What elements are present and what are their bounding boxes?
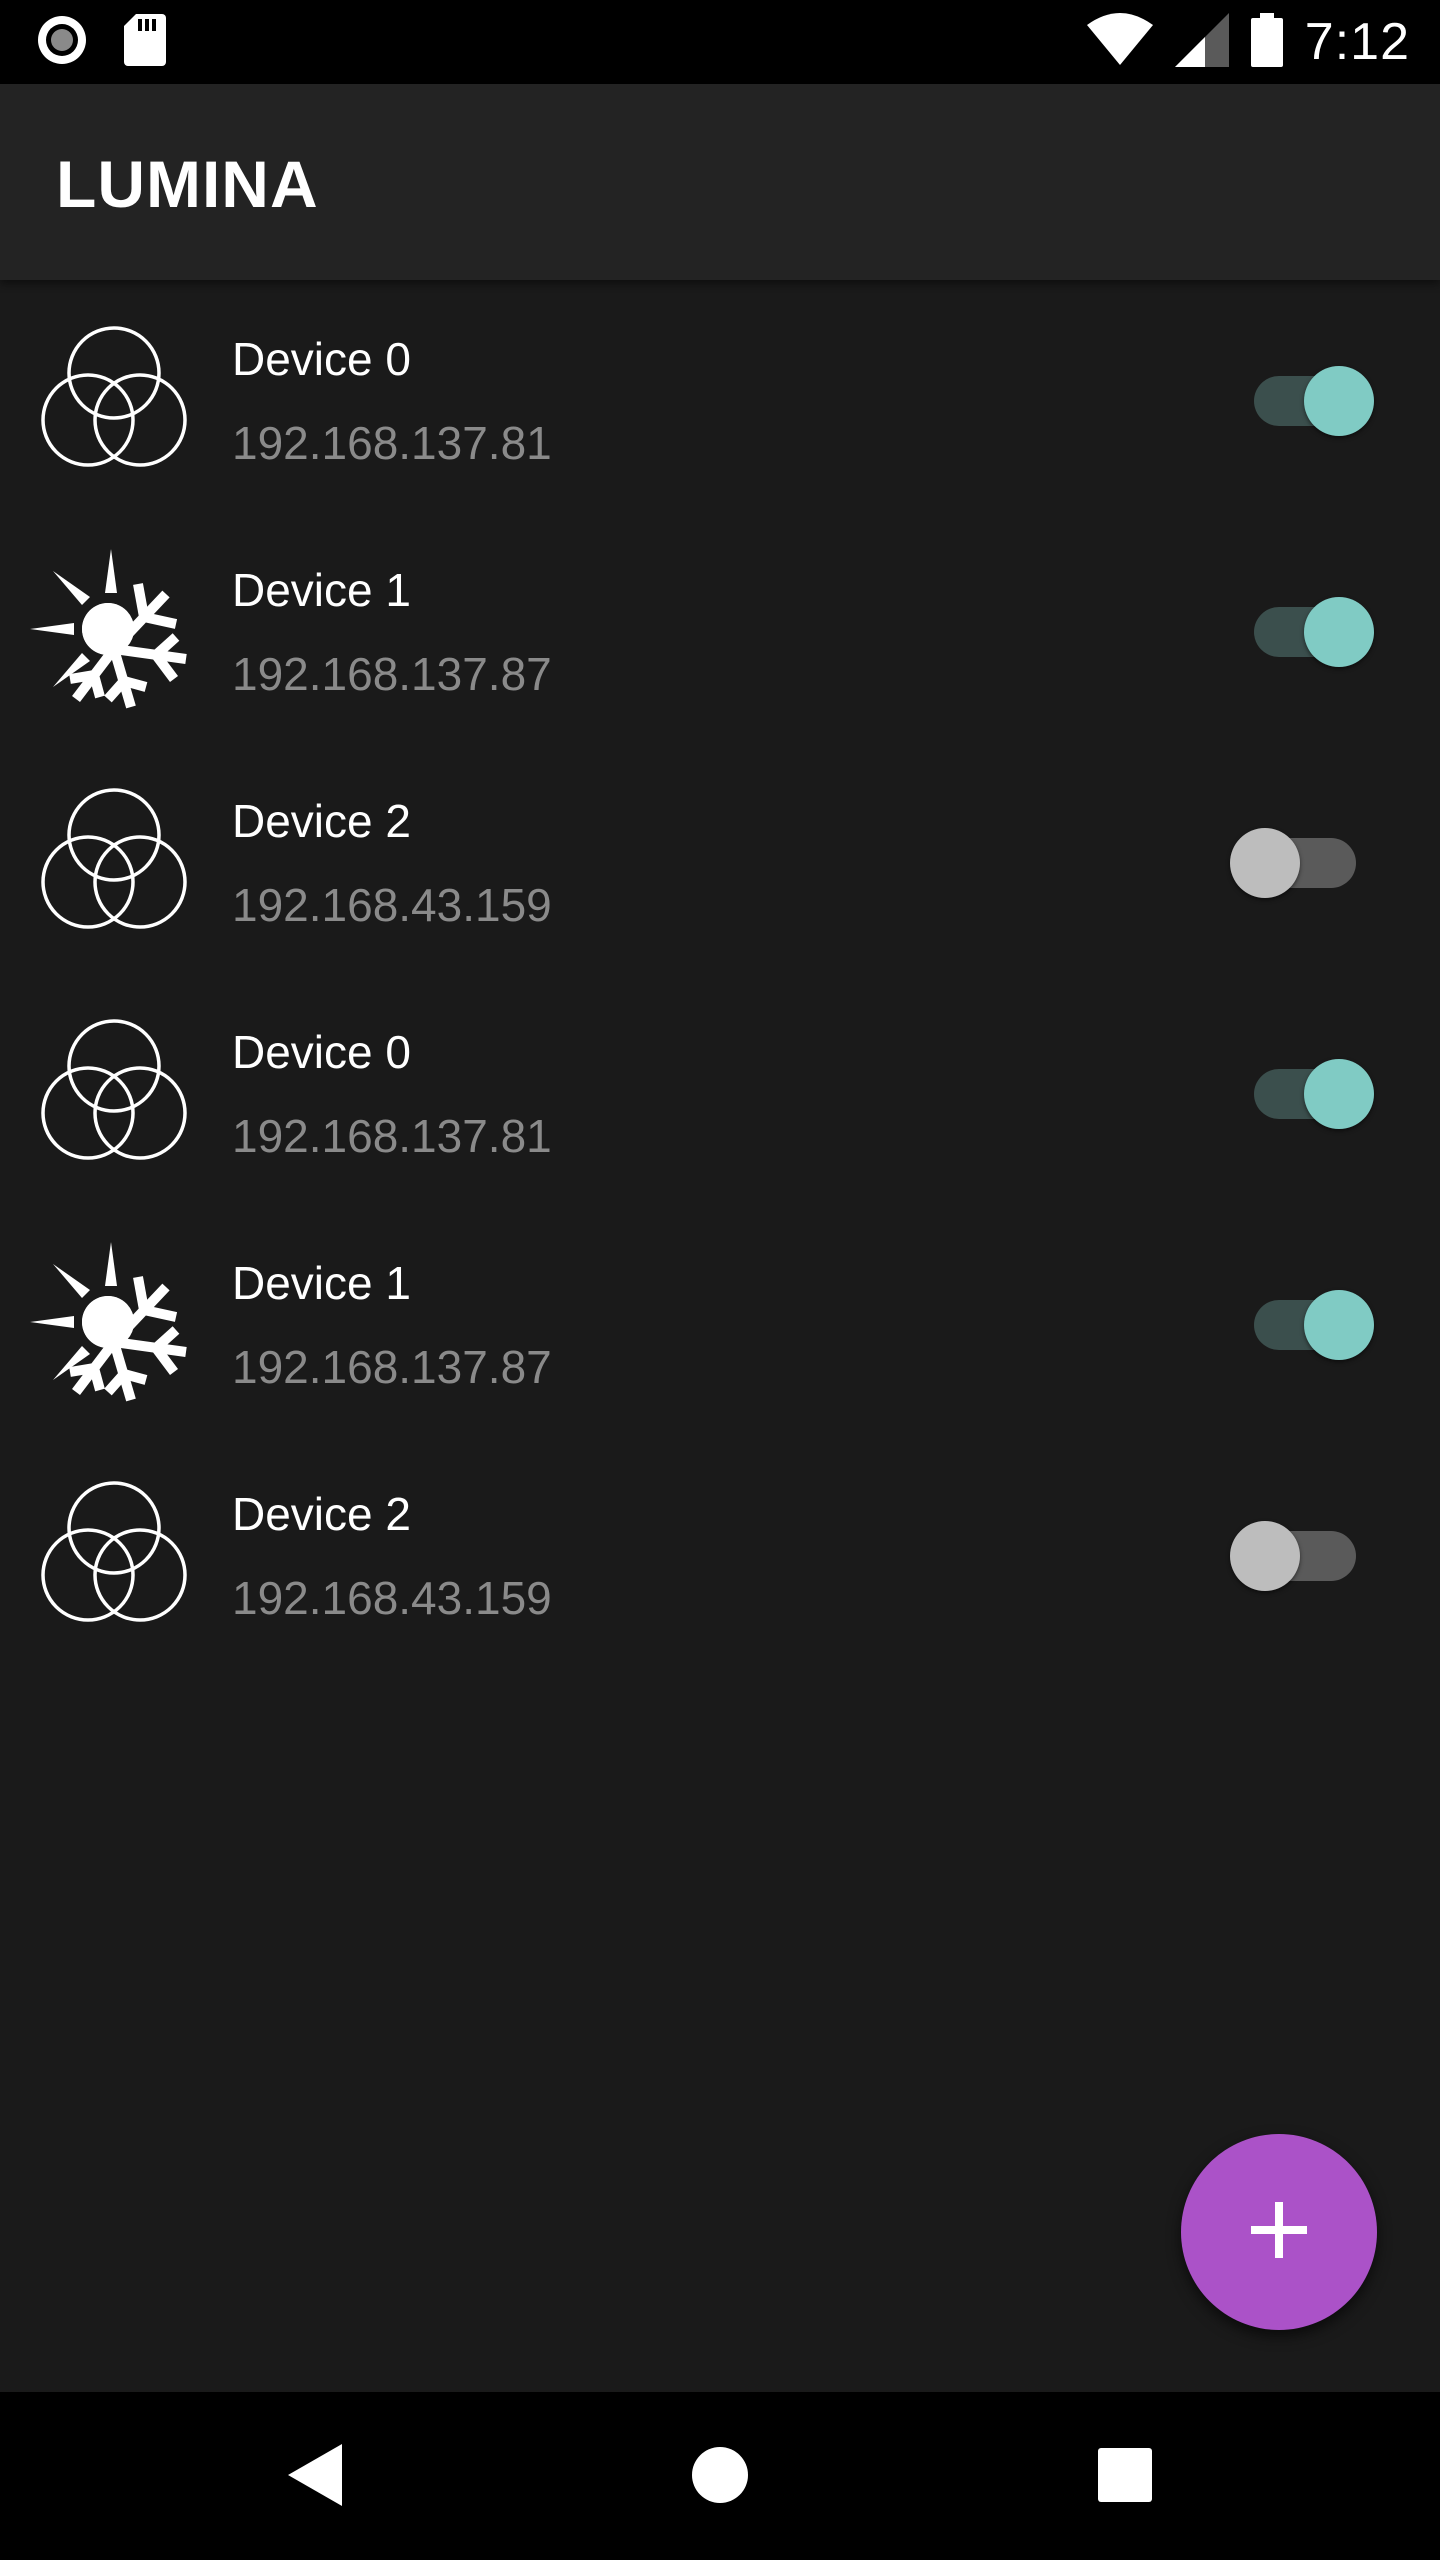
rgb-circles-icon [26, 318, 196, 478]
device-row[interactable]: Device 2 192.168.43.159 [0, 1435, 1440, 1666]
device-toggle[interactable] [1254, 366, 1374, 436]
plus-icon [1251, 2201, 1307, 2263]
device-list: Device 0 192.168.137.81 Device 1 192.168… [0, 280, 1440, 1666]
recents-icon [1098, 2447, 1152, 2507]
device-ip: 192.168.43.159 [232, 879, 552, 931]
back-icon [288, 2443, 344, 2511]
status-bar: 7:12 [0, 0, 1440, 84]
device-ip: 192.168.43.159 [232, 1572, 552, 1624]
toggle-thumb [1304, 597, 1374, 667]
device-toggle[interactable] [1230, 828, 1356, 898]
device-name: Device 0 [232, 333, 411, 385]
device-row[interactable]: Device 1 192.168.137.87 [0, 511, 1440, 742]
device-ip: 192.168.137.87 [232, 648, 552, 700]
back-button[interactable] [281, 2442, 351, 2512]
battery-icon [1250, 12, 1283, 72]
toggle-thumb [1230, 1521, 1300, 1591]
device-ip: 192.168.137.87 [232, 1341, 552, 1393]
device-name: Device 1 [232, 1257, 411, 1309]
recents-button[interactable] [1090, 2442, 1160, 2512]
wifi-icon [1086, 12, 1153, 72]
signal-icon [1174, 12, 1229, 72]
nav-bar [0, 2392, 1440, 2560]
record-icon [36, 14, 88, 71]
device-toggle[interactable] [1254, 1059, 1374, 1129]
device-name: Device 0 [232, 1026, 411, 1078]
sun-snowflake-icon [26, 1242, 196, 1402]
toggle-thumb [1304, 366, 1374, 436]
app-title: LUMINA [56, 147, 319, 221]
device-toggle[interactable] [1254, 1290, 1374, 1360]
sd-card-icon [124, 13, 166, 71]
device-toggle[interactable] [1230, 1521, 1356, 1591]
add-device-button[interactable] [1181, 2134, 1377, 2330]
device-name: Device 2 [232, 1488, 411, 1540]
status-left-icons [36, 13, 166, 71]
device-ip: 192.168.137.81 [232, 1110, 552, 1162]
app-bar: LUMINA [0, 84, 1440, 280]
status-right-icons: 7:12 [1086, 10, 1410, 74]
toggle-thumb [1304, 1059, 1374, 1129]
device-name: Device 2 [232, 795, 411, 847]
toggle-thumb [1304, 1290, 1374, 1360]
device-ip: 192.168.137.81 [232, 417, 552, 469]
device-row[interactable]: Device 0 192.168.137.81 [0, 973, 1440, 1204]
device-row[interactable]: Device 1 192.168.137.87 [0, 1204, 1440, 1435]
toggle-thumb [1230, 828, 1300, 898]
device-name: Device 1 [232, 564, 411, 616]
rgb-circles-icon [26, 1011, 196, 1171]
device-row[interactable]: Device 0 192.168.137.81 [0, 280, 1440, 511]
sun-snowflake-icon [26, 549, 196, 709]
device-row[interactable]: Device 2 192.168.43.159 [0, 742, 1440, 973]
rgb-circles-icon [26, 780, 196, 940]
status-time: 7:12 [1304, 13, 1410, 71]
device-toggle[interactable] [1254, 597, 1374, 667]
rgb-circles-icon [26, 1473, 196, 1633]
home-icon [691, 2446, 749, 2509]
home-button[interactable] [685, 2442, 755, 2512]
